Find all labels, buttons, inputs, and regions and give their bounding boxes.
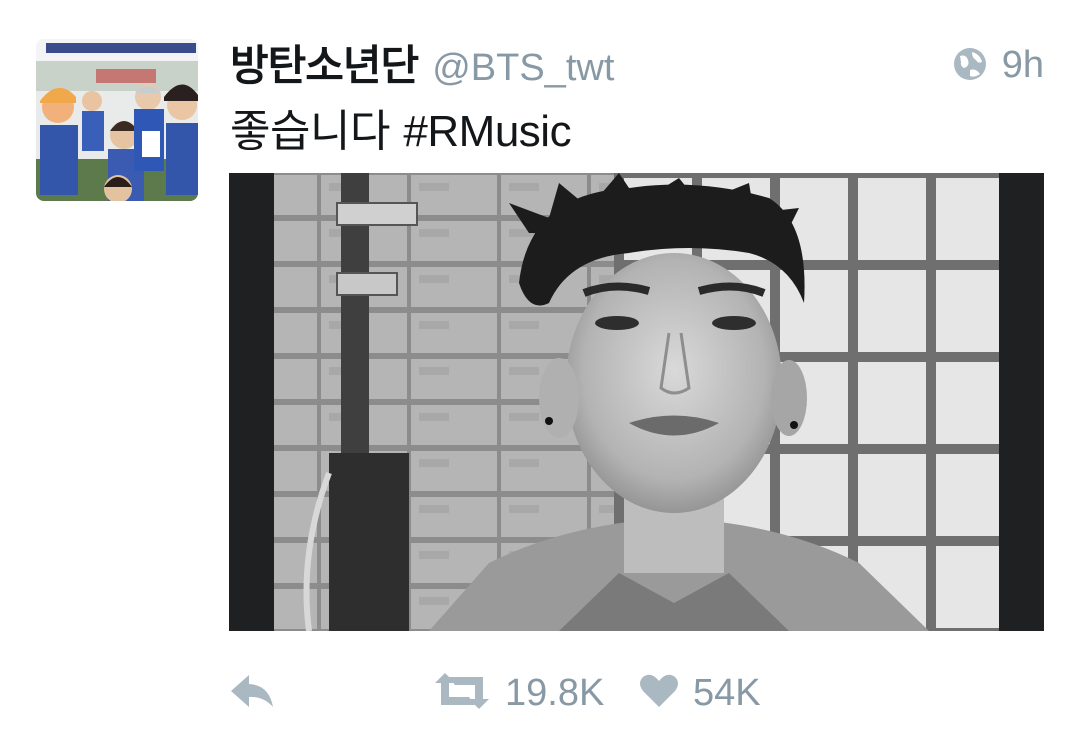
avatar-image	[36, 39, 198, 201]
timestamp[interactable]: 9h	[1002, 44, 1044, 87]
tweet-media[interactable]	[229, 173, 1044, 631]
like-button[interactable]: 54K	[639, 668, 761, 718]
portrait-photo	[229, 173, 1044, 631]
hashtag-link[interactable]: #RMusic	[403, 107, 571, 156]
tweet-meta: 9h	[952, 44, 1044, 87]
retweet-icon	[433, 671, 491, 715]
retweet-count: 19.8K	[505, 671, 605, 714]
reply-button[interactable]	[229, 668, 275, 718]
retweet-button[interactable]: 19.8K	[433, 668, 604, 718]
tweet-header: 방탄소년단 @BTS_twt	[230, 32, 614, 92]
globe-icon	[952, 46, 988, 86]
tweet-actions: 19.8K 54K	[229, 668, 1044, 718]
tweet-text: 좋습니다 #RMusic	[230, 95, 572, 159]
like-count: 54K	[693, 671, 761, 714]
tweet-body: 좋습니다	[230, 106, 390, 157]
avatar[interactable]	[36, 39, 198, 201]
heart-icon	[639, 673, 679, 713]
user-handle[interactable]: @BTS_twt	[432, 47, 614, 90]
display-name[interactable]: 방탄소년단	[230, 32, 419, 93]
reply-icon	[229, 671, 275, 715]
